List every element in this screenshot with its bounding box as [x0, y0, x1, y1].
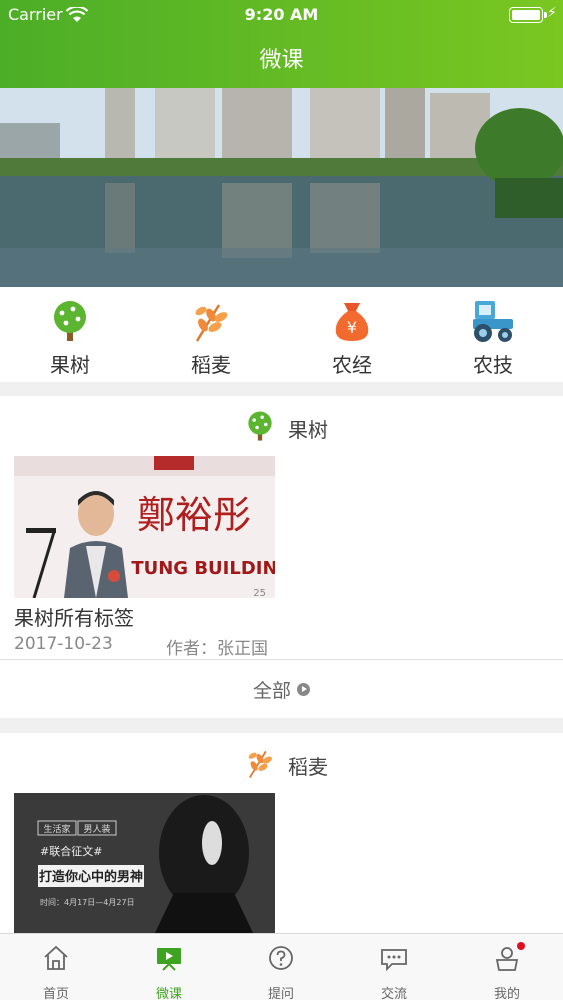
- video-lesson-icon: [157, 948, 181, 971]
- category-label: 农技: [473, 353, 513, 377]
- notification-badge: [517, 942, 525, 950]
- charging-icon: ⚡: [547, 5, 557, 21]
- section-title: 稻麦: [288, 755, 328, 779]
- category-label: 稻麦: [191, 353, 231, 377]
- fruit-tree-icon: [54, 301, 86, 341]
- tab-mine[interactable]: 我的: [451, 934, 563, 1000]
- money-bag-icon: ¥: [335, 303, 369, 341]
- wheat-icon: [248, 750, 272, 779]
- lesson-date: 2017-10-23: [14, 634, 113, 654]
- time-text: 时间：4月17日—4月27日: [40, 897, 135, 907]
- lesson-thumbnail[interactable]: 鄭裕彤 U TUNG BUILDIN 25: [14, 456, 275, 598]
- app-header: Carrier 9:20 AM ⚡ 微课: [0, 0, 563, 88]
- thumb-num-text: 25: [253, 588, 266, 598]
- view-all-button[interactable]: 全部: [0, 676, 563, 703]
- section-header: 稻麦: [0, 733, 563, 791]
- category-label: 果树: [50, 353, 90, 377]
- chat-icon: [381, 949, 407, 972]
- hashtag-text: #联合征文#: [40, 844, 102, 858]
- tab-question[interactable]: 提问: [225, 934, 337, 1000]
- category-agri-economy[interactable]: ¥ 农经: [282, 287, 422, 382]
- tab-label: 交流: [380, 987, 407, 1000]
- headline-text: 打造你心中的男神: [39, 869, 143, 885]
- battery-icon: [509, 7, 543, 23]
- play-arrow-icon: [297, 683, 310, 696]
- category-wheat[interactable]: 稻麦: [141, 287, 281, 382]
- tab-label: 微课: [155, 987, 182, 1000]
- tab-label: 提问: [267, 987, 294, 1000]
- tractor-icon: [473, 301, 513, 342]
- tab-label: 我的: [493, 987, 520, 1000]
- tab-exchange[interactable]: 交流: [338, 934, 450, 1000]
- category-bar: 果树 稻麦 ¥ 农经 农技: [0, 287, 563, 382]
- tab-home[interactable]: 首页: [0, 934, 112, 1000]
- banner-carousel[interactable]: [0, 88, 563, 287]
- question-icon: [269, 946, 293, 970]
- thumb-sub-text: U TUNG BUILDIN: [110, 558, 275, 579]
- banner-image: [0, 88, 563, 287]
- status-time: 9:20 AM: [244, 5, 319, 24]
- lesson-thumbnail[interactable]: 生活家 男人装 #联合征文# 打造你心中的男神 时间：4月17日—4月27日: [14, 793, 275, 935]
- page-title: 微课: [259, 48, 304, 73]
- svg-text:¥: ¥: [347, 318, 357, 337]
- section-wheat: 稻麦 生活家 男人装 #联合征文# 打造你心中的男神 时间：4月17日—4月27…: [0, 733, 563, 935]
- lesson-title[interactable]: 果树所有标签: [14, 602, 134, 631]
- fruit-tree-icon: [248, 411, 272, 441]
- tab-label: 首页: [42, 987, 69, 1000]
- category-label: 农经: [332, 353, 372, 377]
- tag-text: 生活家: [43, 823, 70, 835]
- section-header: 果树: [0, 396, 563, 454]
- section-fruit-tree: 果树 鄭裕彤 U TUNG BUILDIN 25 果树所有标签 2017-10-…: [0, 396, 563, 718]
- category-agri-tech[interactable]: 农技: [423, 287, 563, 382]
- category-fruit-tree[interactable]: 果树: [0, 287, 140, 382]
- thumb-big-text: 鄭裕彤: [137, 493, 251, 537]
- home-icon: [44, 945, 68, 970]
- wheat-icon: [195, 304, 228, 342]
- tag-text: 男人装: [83, 823, 110, 835]
- tab-micro-lesson[interactable]: 微课: [113, 934, 225, 1000]
- view-all-label: 全部: [252, 680, 291, 702]
- lesson-author: 作者：张正国: [166, 639, 268, 659]
- tab-bar: 首页 微课 提问 交流 我的: [0, 933, 563, 1000]
- section-title: 果树: [288, 418, 328, 442]
- status-bar: Carrier 9:20 AM ⚡: [0, 0, 563, 30]
